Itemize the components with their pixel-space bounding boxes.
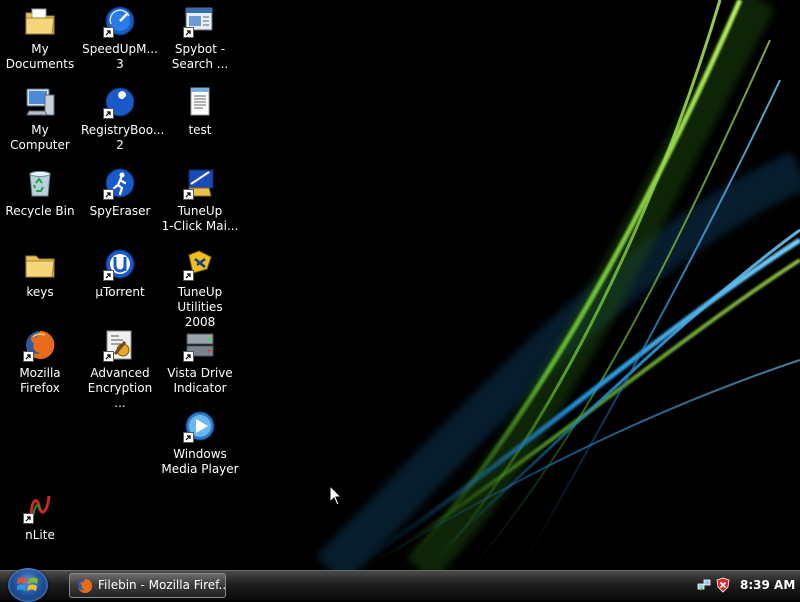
- desktop-icon-keys[interactable]: keys: [0, 245, 80, 323]
- shortcut-arrow-icon: [183, 351, 194, 362]
- desktop-icon-test[interactable]: test: [160, 83, 240, 161]
- desktop-icon-tuneup-utilities[interactable]: TuneUp Utilities 2008: [160, 245, 240, 329]
- shortcut-arrow-icon: [103, 108, 114, 119]
- firefox-icon: [78, 578, 93, 593]
- desktop-icon-label: nLite: [25, 528, 55, 542]
- network-icon[interactable]: [697, 578, 711, 592]
- taskbar-button-label: Filebin - Mozilla Firef...: [98, 578, 226, 592]
- tuneup-utilities-icon: [183, 247, 217, 281]
- desktop-icon-label: SpeedUpM... 3: [82, 42, 158, 71]
- shortcut-arrow-icon: [103, 270, 114, 281]
- utorrent-icon: [103, 247, 137, 281]
- desktop-icon-recycle-bin[interactable]: Recycle Bin: [0, 164, 80, 242]
- desktop-icon-label: RegistryBoo... 2: [81, 123, 165, 152]
- desktop-icon-label: Spybot - Search ...: [171, 42, 229, 71]
- desktop-icon-label: TuneUp 1-Click Mai...: [161, 204, 239, 233]
- encryption-icon: [103, 328, 137, 362]
- firefox-icon: [23, 328, 57, 362]
- text-file-icon: [183, 85, 217, 119]
- recycle-bin-icon: [23, 166, 57, 200]
- desktop-icon-nlite[interactable]: nLite: [0, 488, 80, 566]
- shortcut-arrow-icon: [183, 189, 194, 200]
- desktop-icon-label: Advanced Encryption ...: [87, 366, 153, 410]
- desktop-icon-label: My Computer: [10, 123, 70, 152]
- desktop-icon-label: TuneUp Utilities 2008: [177, 285, 223, 329]
- shortcut-arrow-icon: [103, 351, 114, 362]
- shortcut-arrow-icon: [103, 189, 114, 200]
- desktop-icon-label: My Documents: [5, 42, 75, 71]
- security-shield-icon[interactable]: [716, 577, 730, 593]
- tuneup-1click-icon: [183, 166, 217, 200]
- folder-documents-icon: [23, 4, 57, 38]
- desktop-icon-label: test: [188, 123, 212, 137]
- shortcut-arrow-icon: [183, 432, 194, 443]
- desktop-icon-label: Windows Media Player: [161, 447, 239, 476]
- computer-icon: [23, 85, 57, 119]
- desktop-icon-label: Vista Drive Indicator: [167, 366, 233, 395]
- spybot-icon: [183, 4, 217, 38]
- shortcut-arrow-icon: [23, 351, 34, 362]
- desktop: My Documents My Computer Recycle Bin key…: [0, 0, 800, 570]
- desktop-icon-windows-media-player[interactable]: Windows Media Player: [160, 407, 240, 485]
- desktop-icon-vista-drive-indicator[interactable]: Vista Drive Indicator: [160, 326, 240, 404]
- desktop-icon-registrybooster[interactable]: RegistryBoo... 2: [80, 83, 165, 161]
- start-button[interactable]: [8, 568, 48, 602]
- running-man-icon: [103, 166, 137, 200]
- desktop-icon-spyeraser[interactable]: SpyEraser: [80, 164, 160, 242]
- shortcut-arrow-icon: [183, 270, 194, 281]
- desktop-icon-advanced-encryption[interactable]: Advanced Encryption ...: [80, 326, 160, 410]
- speedometer-icon: [103, 4, 137, 38]
- media-player-icon: [183, 409, 217, 443]
- system-clock[interactable]: 8:39 AM: [740, 571, 796, 600]
- shortcut-arrow-icon: [183, 27, 194, 38]
- windows-logo-icon: [17, 577, 38, 591]
- desktop-icon-tuneup-1click[interactable]: TuneUp 1-Click Mai...: [160, 164, 240, 242]
- shortcut-arrow-icon: [23, 513, 34, 524]
- desktop-icon-speedupmypc[interactable]: SpeedUpM... 3: [80, 2, 160, 80]
- folder-icon: [23, 247, 57, 281]
- desktop-icon-label: Recycle Bin: [5, 204, 75, 218]
- taskbar: Filebin - Mozilla Firef... 8:39 AM: [0, 568, 800, 602]
- desktop-icon-label: SpyEraser: [89, 204, 151, 218]
- desktop-icon-my-computer[interactable]: My Computer: [0, 83, 80, 161]
- drive-indicator-icon: [183, 328, 217, 362]
- wrench-icon: [103, 85, 137, 119]
- shortcut-arrow-icon: [103, 27, 114, 38]
- desktop-icon-spybot[interactable]: Spybot - Search ...: [160, 2, 240, 80]
- desktop-icon-label: keys: [26, 285, 54, 299]
- desktop-icon-my-documents[interactable]: My Documents: [0, 2, 80, 80]
- desktop-icon-utorrent[interactable]: µTorrent: [80, 245, 160, 323]
- desktop-icon-label: Mozilla Firefox: [19, 366, 61, 395]
- desktop-icon-mozilla-firefox[interactable]: Mozilla Firefox: [0, 326, 80, 404]
- taskbar-button-firefox[interactable]: Filebin - Mozilla Firef...: [69, 573, 226, 598]
- mouse-cursor-icon: [329, 485, 343, 506]
- nlite-icon: [23, 490, 57, 524]
- desktop-icon-label: µTorrent: [95, 285, 145, 299]
